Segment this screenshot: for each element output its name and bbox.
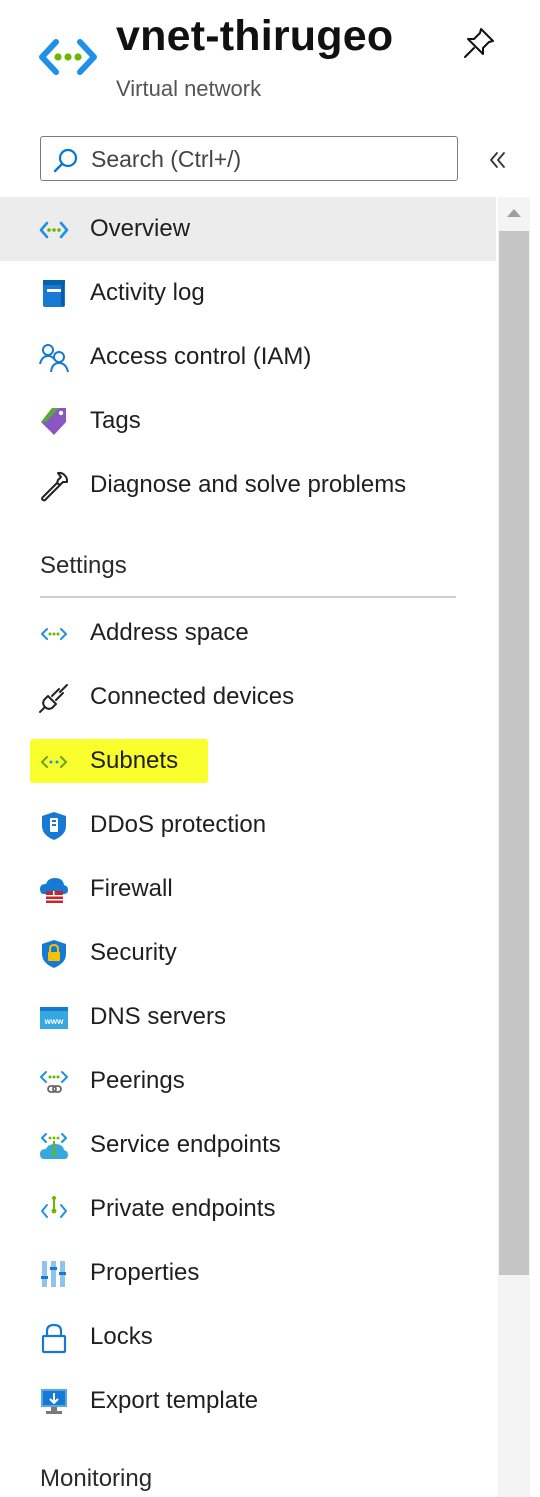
blade-header: vnet-thirugeo Virtual network — [0, 0, 540, 120]
menu-item-label: Locks — [90, 1323, 153, 1350]
menu-item-overview[interactable]: Overview — [0, 197, 496, 261]
menu-item-label: Overview — [90, 215, 191, 242]
activity-log-icon — [43, 280, 65, 307]
export-template-icon — [41, 1389, 67, 1414]
menu-item-ddos-protection[interactable]: DDoS protection — [0, 793, 496, 857]
plug-icon — [39, 684, 68, 713]
menu-item-label: Security — [90, 939, 177, 966]
menu-item-private-endpoints[interactable]: Private endpoints — [0, 1177, 496, 1241]
private-endpoint-icon — [41, 1196, 67, 1218]
menu-item-label: Subnets — [90, 747, 179, 774]
search-box[interactable] — [40, 136, 458, 181]
people-icon — [39, 344, 69, 373]
security-shield-icon — [42, 940, 66, 968]
scrollbar-thumb[interactable] — [499, 231, 529, 1275]
properties-icon — [41, 1261, 66, 1287]
menu-item-connected-devices[interactable]: Connected devices — [0, 665, 496, 729]
address-space-icon — [41, 628, 67, 640]
scroll-up-arrow-icon[interactable] — [498, 197, 530, 231]
menu-item-label: DDoS protection — [90, 811, 267, 838]
virtual-network-icon — [39, 39, 97, 75]
virtual-network-icon — [39, 221, 69, 239]
menu-item-label: Diagnose and solve problems — [90, 471, 407, 498]
menu-item-label: Private endpoints — [90, 1195, 276, 1222]
tag-icon — [41, 408, 66, 435]
firewall-icon — [40, 878, 68, 903]
menu-item-diagnose[interactable]: Diagnose and solve problems — [0, 453, 496, 517]
menu-item-tags[interactable]: Tags — [0, 389, 496, 453]
menu-item-label: Connected devices — [90, 683, 295, 710]
menu-item-service-endpoints[interactable]: Service endpoints — [0, 1113, 496, 1177]
menu-scrollbar[interactable] — [498, 197, 530, 1497]
menu-item-dns-servers[interactable]: www DNS servers — [0, 985, 496, 1049]
search-input[interactable] — [89, 143, 453, 175]
lock-icon — [41, 1323, 67, 1354]
ddos-shield-icon — [42, 812, 66, 840]
menu-item-address-space[interactable]: Address space — [0, 601, 496, 665]
menu-item-label: Address space — [90, 619, 249, 646]
menu-item-label: DNS servers — [90, 1003, 227, 1030]
peering-icon — [40, 1071, 68, 1093]
menu-item-activity-log[interactable]: Activity log — [0, 261, 496, 325]
menu-item-label: Tags — [90, 407, 141, 434]
menu-item-label: Export template — [90, 1387, 259, 1414]
menu-item-label: Properties — [90, 1259, 200, 1286]
menu-item-label: Peerings — [90, 1067, 185, 1094]
dns-icon: www — [40, 1007, 68, 1029]
menu-item-subnets[interactable]: Subnets — [0, 729, 496, 793]
section-divider — [40, 596, 456, 598]
section-title-settings: Settings — [40, 552, 127, 579]
pin-icon[interactable] — [462, 26, 496, 60]
page-subtitle: Virtual network — [116, 76, 262, 101]
subnet-icon — [41, 756, 67, 768]
menu-item-label: Activity log — [90, 279, 205, 306]
menu-item-label: Firewall — [90, 875, 173, 902]
menu-item-locks[interactable]: Locks — [0, 1305, 496, 1369]
menu-item-label: Service endpoints — [90, 1131, 281, 1158]
wrench-icon — [41, 471, 69, 502]
menu-item-firewall[interactable]: Firewall — [0, 857, 496, 921]
search-icon — [53, 148, 78, 173]
menu-item-label: Access control (IAM) — [90, 343, 312, 370]
page-title: vnet-thirugeo — [116, 12, 394, 60]
service-endpoint-icon — [40, 1133, 68, 1159]
menu-item-security[interactable]: Security — [0, 921, 496, 985]
menu-item-properties[interactable]: Properties — [0, 1241, 496, 1305]
menu-item-access-control[interactable]: Access control (IAM) — [0, 325, 496, 389]
menu-item-peerings[interactable]: Peerings — [0, 1049, 496, 1113]
resource-menu: Overview Activity log Access control (IA… — [0, 197, 496, 1497]
section-title-monitoring: Monitoring — [40, 1465, 153, 1492]
menu-item-export-template[interactable]: Export template — [0, 1369, 496, 1433]
double-chevron-left-icon[interactable] — [482, 144, 514, 176]
svg-text:www: www — [44, 1017, 64, 1026]
